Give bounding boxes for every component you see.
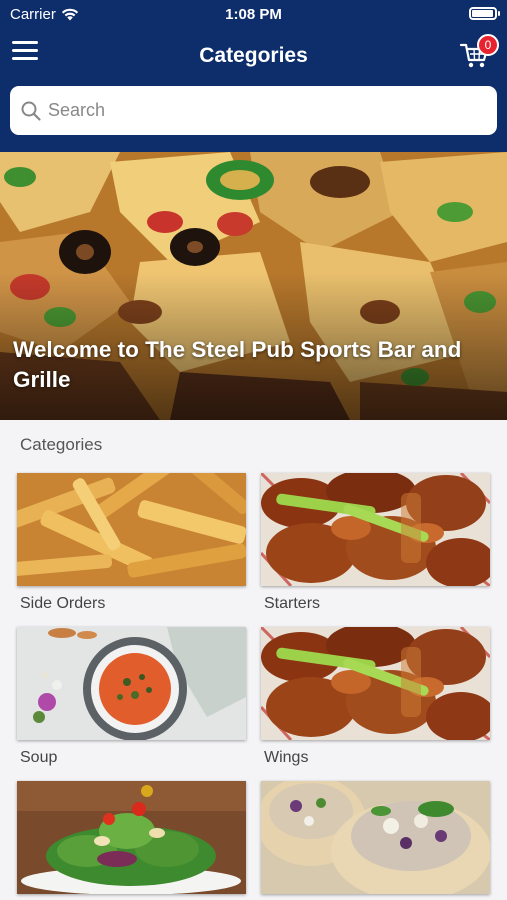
nav-bar: Categories 0	[0, 34, 507, 80]
wings-image	[261, 627, 490, 740]
hero-title: Welcome to The Steel Pub Sports Bar and …	[13, 337, 462, 392]
clock: 1:08 PM	[225, 6, 282, 23]
search-icon	[21, 101, 41, 121]
category-image	[261, 627, 490, 740]
category-image	[17, 627, 246, 740]
category-tile-soup[interactable]: Soup	[17, 627, 246, 767]
section-heading: Categories	[20, 435, 103, 454]
cart-count-badge: 0	[477, 34, 499, 56]
category-label: Wings	[264, 749, 309, 766]
category-tile-wings[interactable]: Wings	[261, 627, 490, 767]
cart-button[interactable]: 0	[459, 34, 499, 72]
category-tile-wraps[interactable]	[261, 781, 490, 900]
status-bar: Carrier 1:08 PM	[0, 0, 507, 28]
page-title: Categories	[199, 44, 308, 67]
salad-image	[17, 781, 246, 894]
fries-image	[17, 473, 246, 586]
battery-icon	[469, 7, 500, 20]
hero-banner[interactable]: Welcome to The Steel Pub Sports Bar and …	[0, 152, 507, 420]
app-header: Carrier 1:08 PM Categories 0 Search	[0, 0, 507, 152]
search-bar[interactable]	[10, 86, 497, 135]
category-label: Side Orders	[20, 595, 106, 612]
category-tile-starters[interactable]: Starters	[261, 473, 490, 613]
category-image	[17, 473, 246, 586]
soup-image	[17, 627, 246, 740]
category-label: Starters	[264, 595, 321, 612]
category-label: Soup	[20, 749, 58, 766]
category-tile-side-orders[interactable]: Side Orders	[17, 473, 246, 613]
search-input[interactable]	[48, 100, 468, 121]
category-image	[261, 473, 490, 586]
category-image	[261, 781, 490, 894]
category-tile-salads[interactable]	[17, 781, 246, 900]
wraps-image	[261, 781, 490, 894]
wings-image	[261, 473, 490, 586]
category-image	[17, 781, 246, 894]
